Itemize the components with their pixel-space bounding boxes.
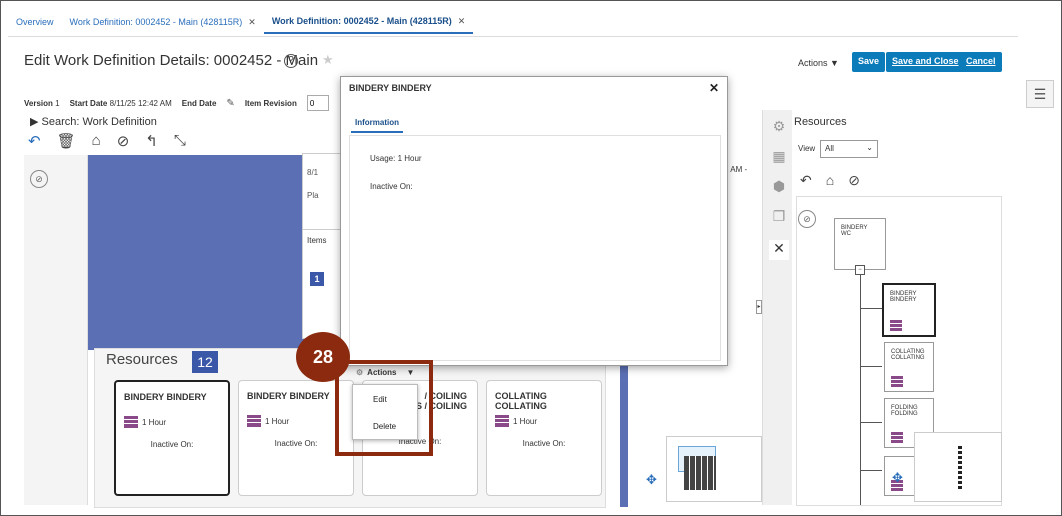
tree-node[interactable]: BINDERY BINDERY [882,283,936,337]
undo-icon[interactable]: ↶ [28,132,41,150]
minimap-content [684,456,716,490]
collapse-handle[interactable]: ▸ [756,300,762,314]
tab-bar: Overview Work Definition: 0002452 - Main… [8,10,474,34]
tab-work-definition-2[interactable]: Work Definition: 0002452 - Main (428115R… [263,10,474,34]
highlight-box [335,360,433,456]
close-icon[interactable]: ✕ [458,16,466,27]
basket-icon[interactable]: ⌂ [92,132,101,150]
save-button[interactable]: Save [852,52,886,72]
canvas-toolbar: ↶ 🗑 ⌂ ⊘ ↰ ⤡ [28,132,186,150]
dialog-title: BINDERY BINDERY [349,83,432,93]
side-resources-title: Resources [794,116,847,128]
resource-detail-dialog: BINDERY BINDERY ✕ Information Usage: 1 H… [340,76,728,366]
check-circle-icon[interactable]: ⊘ [117,132,130,150]
tab-work-definition-1[interactable]: Work Definition: 0002452 - Main (428115R… [62,10,264,34]
star-icon[interactable]: ★ [322,52,334,68]
server-icon [891,432,903,443]
cancel-button[interactable]: Cancel [960,52,1002,72]
close-icon[interactable]: ✕ [248,17,256,28]
save-and-close-button[interactable]: Save and Close [886,52,965,72]
page-title: Edit Work Definition Details: 0002452 - … [24,52,319,69]
server-icon [891,376,903,387]
pan-icon[interactable]: ✥ [892,470,903,486]
return-icon[interactable]: ↰ [145,132,158,150]
help-icon[interactable]: ? [284,54,298,68]
server-icon [247,415,261,427]
search-work-definition-toggle[interactable]: ▶ Search: Work Definition [30,115,157,128]
document-icon[interactable]: ☰ [1026,80,1054,108]
item-revision-input[interactable] [306,95,329,111]
operations-canvas [88,155,298,350]
server-icon [890,320,902,331]
compass-icon[interactable]: ⊘ [30,170,48,188]
collapse-node-button[interactable]: − [855,265,865,275]
caret-down-icon: ▼ [830,58,839,68]
pencil-icon[interactable]: ✎ [226,98,234,109]
copy-icon[interactable]: ❐ [769,208,789,228]
dialog-body: Usage: 1 Hour Inactive On: [349,135,721,361]
compass-icon[interactable]: ⊘ [798,210,816,228]
gears-icon[interactable]: ⚙ [769,118,789,138]
tab-overview[interactable]: Overview [8,10,62,34]
basket-icon[interactable]: ⌂ [826,172,834,189]
view-select[interactable]: All ⌄ [820,140,878,158]
server-icon [124,416,138,428]
items-count-badge: 1 [310,272,324,286]
left-gutter [24,155,88,505]
chevron-down-icon: ⌄ [866,143,873,152]
tree-node[interactable]: BINDERY WC [834,218,886,270]
blocks-icon[interactable]: ▦ [769,148,789,168]
cube-icon[interactable]: ⬢ [769,178,789,198]
resource-card[interactable]: BINDERY BINDERY 1 Hour Inactive On: [114,380,230,496]
tab-information[interactable]: Information [351,114,403,133]
tools-icon[interactable]: ✕ [769,240,789,260]
actions-menu-button[interactable]: Actions ▼ [798,58,839,68]
pan-icon[interactable]: ✥ [646,472,657,488]
step-number-badge: 28 [296,332,350,382]
view-label: View [798,144,816,153]
close-icon[interactable]: ✕ [709,81,719,95]
side-toolbar: ↶ ⌂ ⊘ [800,172,860,189]
expand-icon[interactable]: ⤡ [174,132,186,150]
trash-icon[interactable]: 🗑 [57,132,76,150]
server-icon [495,415,509,427]
operation-card[interactable]: 8/1 Pla [302,153,342,233]
resources-count-badge: 12 [192,351,218,373]
minimap-content [958,446,962,490]
resource-card[interactable]: COLLATING COLLATING 1 Hour Inactive On: [486,380,602,496]
side-icon-strip: ⚙ ▦ ⬢ ❐ ✕ [762,110,792,505]
usage-text: Usage: 1 Hour [370,154,422,163]
check-circle-icon[interactable]: ⊘ [848,172,860,189]
inactive-on-text: Inactive On: [370,182,413,191]
tree-node[interactable]: COLLATING COLLATING [884,342,934,392]
resources-title: Resources [106,351,178,368]
undo-icon[interactable]: ↶ [800,172,812,189]
header-info-bar: Version 1 Start Date 8/11/25 12:42 AM En… [24,95,329,111]
